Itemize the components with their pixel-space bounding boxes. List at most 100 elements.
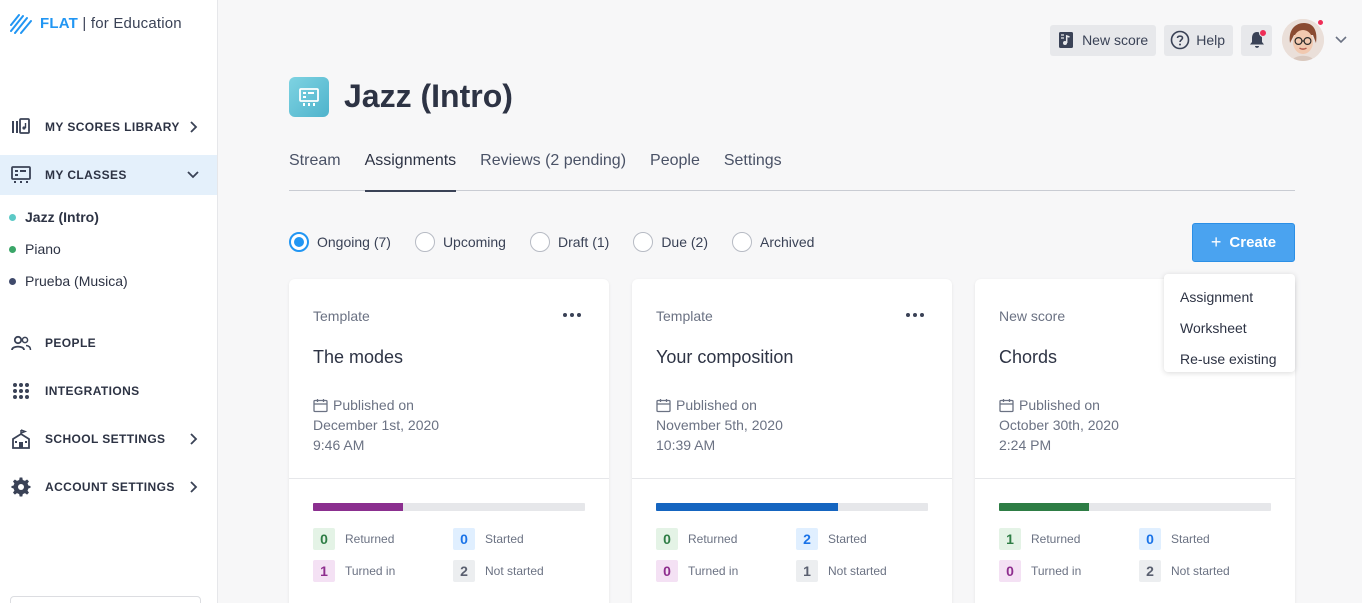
new-score-label: New score [1082, 32, 1149, 48]
stat-started: 0 Started [453, 528, 524, 550]
filter-label: Ongoing (7) [317, 234, 391, 250]
chevron-right-icon [181, 115, 205, 139]
assignment-card[interactable]: Template The modes Published on December… [289, 279, 609, 603]
filter-due[interactable]: Due (2) [633, 232, 708, 252]
radio-checked [289, 232, 309, 252]
user-menu[interactable] [1282, 19, 1324, 61]
calendar-icon [999, 398, 1014, 412]
tab-settings[interactable]: Settings [724, 148, 782, 191]
tab-stream[interactable]: Stream [289, 148, 341, 191]
menu-item-assignment[interactable]: Assignment [1164, 281, 1295, 312]
assignment-title[interactable]: Chords [999, 347, 1057, 368]
gear-icon [10, 476, 32, 498]
class-tabs: Stream Assignments Reviews (2 pending) P… [289, 148, 1295, 192]
new-score-button[interactable]: New score [1050, 24, 1157, 56]
turned-in-label: Turned in [688, 564, 739, 578]
radio-unchecked [732, 232, 752, 252]
chevron-down-icon[interactable] [1332, 31, 1350, 49]
avatar-badge [1317, 19, 1324, 26]
assignment-filters: Ongoing (7) Upcoming Draft (1) Due (2) A… [289, 232, 838, 252]
class-item-piano[interactable]: Piano [9, 239, 61, 259]
menu-item-reuse-existing[interactable]: Re-use existing [1164, 343, 1295, 374]
nav-people[interactable]: PEOPLE [0, 323, 217, 363]
page-title: Jazz (Intro) [344, 78, 513, 114]
more-options-icon[interactable] [561, 307, 583, 323]
assignment-card[interactable]: Template Your composition Published on N… [632, 279, 952, 603]
nav-school-settings[interactable]: SCHOOL SETTINGS [0, 419, 217, 459]
plus-icon: + [1210, 232, 1222, 252]
class-color-dot [9, 277, 16, 285]
class-item-jazz-intro[interactable]: Jazz (Intro) [9, 207, 99, 227]
flat-logo[interactable]: FLAT | for Education [10, 12, 182, 34]
help-label: Help [1196, 32, 1225, 48]
progress-fill [999, 503, 1089, 511]
class-icon [289, 77, 329, 117]
nav-account-settings[interactable]: ACCOUNT SETTINGS [0, 467, 217, 507]
progress-bar [999, 503, 1271, 511]
card-divider [632, 478, 952, 479]
filter-draft[interactable]: Draft (1) [529, 232, 610, 252]
started-count: 0 [453, 528, 475, 550]
radio-unchecked [414, 232, 435, 252]
class-label: Piano [25, 241, 61, 257]
chevron-right-icon [181, 427, 205, 451]
tab-assignments[interactable]: Assignments [364, 148, 456, 192]
logo-suffix: for Education [90, 14, 182, 32]
filter-archived[interactable]: Archived [732, 232, 814, 252]
assignment-title[interactable]: Your composition [656, 347, 793, 368]
menu-item-worksheet[interactable]: Worksheet [1164, 312, 1295, 343]
card-divider [975, 478, 1295, 479]
published-date: November 5th, 2020 [656, 417, 783, 433]
stat-returned: 0 Returned [656, 528, 737, 550]
more-options-icon[interactable] [904, 307, 926, 323]
published-time: 9:46 AM [313, 437, 365, 453]
started-count: 0 [1139, 528, 1161, 550]
started-label: Started [828, 532, 867, 546]
turned-in-count: 0 [999, 560, 1021, 582]
not-started-label: Not started [1171, 564, 1230, 578]
stat-started: 0 Started [1139, 528, 1210, 550]
stat-returned: 0 Returned [313, 528, 394, 550]
stat-turned-in: 0 Turned in [999, 560, 1081, 582]
published-info: Published on November 5th, 2020 10:39 AM [656, 395, 783, 455]
not-started-count: 2 [453, 560, 475, 582]
filter-label: Draft (1) [557, 234, 610, 250]
returned-label: Returned [345, 532, 395, 546]
not-started-label: Not started [828, 564, 887, 578]
card-divider [289, 478, 609, 479]
sidebar-bottom-panel [10, 596, 201, 603]
tab-people[interactable]: People [650, 148, 700, 191]
filter-ongoing[interactable]: Ongoing (7) [289, 232, 391, 252]
help-button[interactable]: Help [1164, 24, 1233, 56]
nav-integrations[interactable]: INTEGRATIONS [0, 371, 217, 411]
progress-bar [313, 503, 585, 511]
stat-returned: 1 Returned [999, 528, 1080, 550]
published-label: Published on [1019, 397, 1100, 413]
published-date: December 1st, 2020 [313, 417, 440, 433]
started-label: Started [485, 532, 524, 546]
nav-label: MY CLASSES [45, 168, 127, 182]
published-date: October 30th, 2020 [999, 417, 1119, 433]
logo-separator: | [78, 14, 91, 32]
notifications-button[interactable] [1241, 24, 1272, 56]
stat-started: 2 Started [796, 528, 867, 550]
class-item-prueba-musica[interactable]: Prueba (Musica) [9, 271, 128, 291]
chevron-down-icon [181, 163, 205, 187]
filter-label: Due (2) [661, 234, 708, 250]
nav-my-scores-library[interactable]: MY SCORES LIBRARY [0, 107, 217, 147]
assignment-title[interactable]: The modes [313, 347, 403, 368]
new-score-icon [1056, 30, 1076, 50]
assignment-type: Template [313, 308, 370, 324]
calendar-icon [656, 398, 671, 412]
people-icon [10, 332, 32, 354]
top-bar: New score Help [1050, 19, 1362, 61]
create-button[interactable]: + Create [1192, 223, 1295, 262]
filter-label: Upcoming [442, 234, 506, 250]
returned-count: 0 [313, 528, 335, 550]
nav-my-classes[interactable]: MY CLASSES [0, 155, 217, 195]
filter-label: Archived [760, 234, 815, 250]
tab-reviews[interactable]: Reviews (2 pending) [480, 148, 626, 191]
filter-upcoming[interactable]: Upcoming [414, 232, 506, 252]
published-info: Published on October 30th, 2020 2:24 PM [999, 395, 1119, 455]
nav-label: ACCOUNT SETTINGS [45, 480, 175, 494]
